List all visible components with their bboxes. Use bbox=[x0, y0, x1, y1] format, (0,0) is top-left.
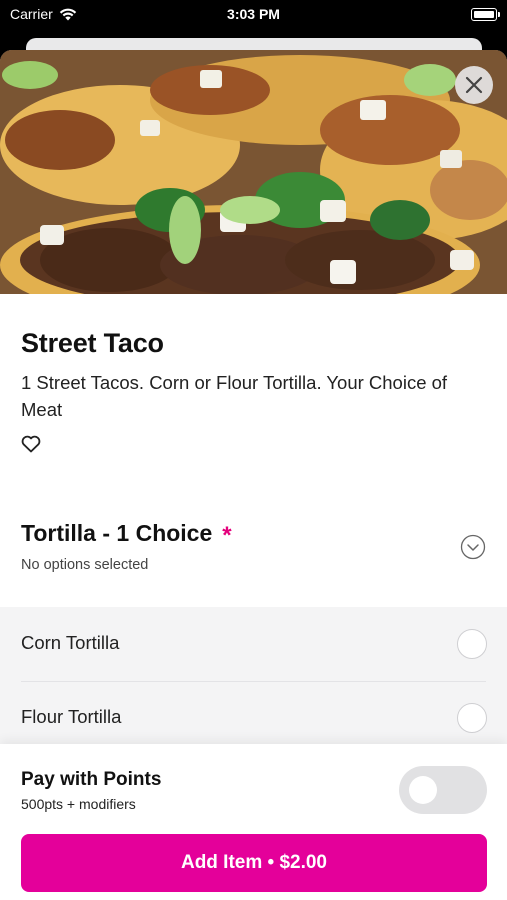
pay-with-points-subtitle: 500pts + modifiers bbox=[21, 796, 136, 812]
heart-outline-icon[interactable] bbox=[21, 435, 41, 453]
required-marker: * bbox=[222, 522, 232, 549]
pay-with-points-toggle[interactable] bbox=[399, 766, 487, 814]
status-bar: Carrier 3:03 PM bbox=[0, 0, 507, 30]
option-label: Flour Tortilla bbox=[21, 706, 122, 727]
battery-icon bbox=[471, 8, 500, 21]
modifier-group-header[interactable]: Tortilla - 1 Choice * No options selected bbox=[21, 520, 491, 580]
item-detail-sheet: Street Taco 1 Street Tacos. Corn or Flou… bbox=[0, 50, 507, 900]
option-label: Corn Tortilla bbox=[21, 632, 120, 653]
item-title: Street Taco bbox=[21, 328, 164, 358]
modifier-group-status: No options selected bbox=[21, 557, 149, 573]
toggle-knob bbox=[409, 776, 437, 804]
close-icon bbox=[465, 76, 483, 94]
close-button[interactable] bbox=[455, 66, 493, 104]
pay-with-points-title: Pay with Points bbox=[21, 769, 162, 790]
add-item-button[interactable]: Add Item • $2.00 bbox=[21, 834, 487, 892]
item-description: 1 Street Tacos. Corn or Flour Tortilla. … bbox=[21, 372, 448, 420]
status-time: 3:03 PM bbox=[227, 6, 280, 22]
option-radio[interactable] bbox=[457, 629, 487, 659]
item-photo bbox=[0, 50, 507, 294]
modifier-group-title: Tortilla - 1 Choice bbox=[21, 520, 213, 546]
taco-photo bbox=[0, 50, 507, 294]
option-radio[interactable] bbox=[457, 703, 487, 733]
checkout-bar: Pay with Points 500pts + modifiers Add I… bbox=[0, 744, 507, 900]
option-corn-tortilla[interactable]: Corn Tortilla bbox=[0, 607, 507, 681]
chevron-down-circle-icon[interactable] bbox=[460, 534, 486, 560]
